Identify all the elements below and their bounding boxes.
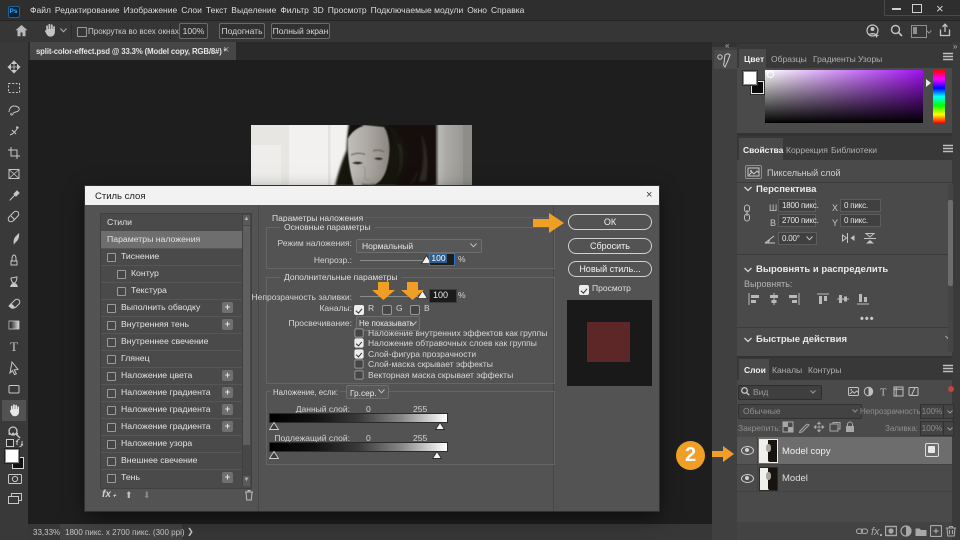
svg-text:T: T (10, 339, 18, 353)
svg-text:fx: fx (871, 526, 880, 537)
svg-text:T: T (880, 388, 887, 398)
